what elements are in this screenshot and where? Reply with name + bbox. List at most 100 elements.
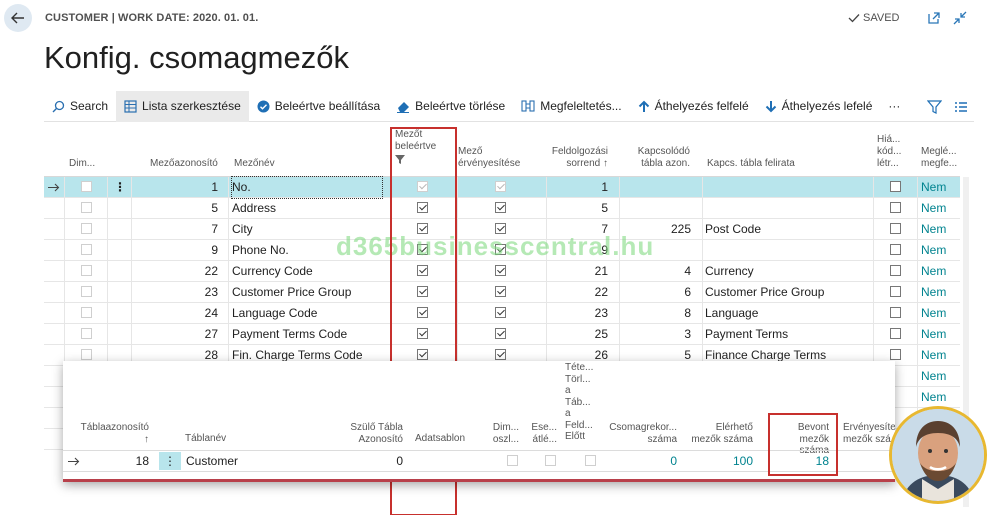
processing-order[interactable]: 5 xyxy=(554,198,608,219)
validate-field-checkbox[interactable] xyxy=(495,286,506,297)
field-id[interactable]: 9 xyxy=(144,240,218,261)
related-table-id[interactable]: 4 xyxy=(630,261,691,282)
list-view-icon[interactable] xyxy=(954,101,968,113)
validate-field-checkbox[interactable] xyxy=(495,181,506,192)
p-col-table-id[interactable]: Táblaazonosító ↑ xyxy=(73,422,149,445)
more-actions-button[interactable]: ··· xyxy=(880,91,908,122)
p-col-available-fields[interactable]: Elérhető mezők száma xyxy=(689,422,753,445)
field-id[interactable]: 23 xyxy=(144,282,218,303)
dim-checkbox[interactable] xyxy=(81,307,92,318)
table-row[interactable]: 5 Address 5 Nem xyxy=(44,198,960,219)
related-table-id[interactable]: 6 xyxy=(630,282,691,303)
create-missing-checkbox[interactable] xyxy=(890,181,901,192)
open-new-window-icon[interactable] xyxy=(926,10,942,26)
create-missing-checkbox[interactable] xyxy=(890,223,901,234)
p-col-validated-fields[interactable]: Érvényesíten... mezők szá... xyxy=(843,422,895,445)
p-col-delete-before[interactable]: Téte... Törl... a Táb... a Feld... Előtt xyxy=(565,362,595,443)
mapping-exists[interactable]: Nem xyxy=(921,177,946,198)
validate-field-checkbox[interactable] xyxy=(495,265,506,276)
field-id[interactable]: 24 xyxy=(144,303,218,324)
move-down-button[interactable]: Áthelyezés lefelé xyxy=(757,91,881,122)
mapping-exists[interactable]: Nem xyxy=(921,240,946,261)
mapping-exists[interactable]: Nem xyxy=(921,282,946,303)
mapping-exists[interactable]: Nem xyxy=(921,261,946,282)
dim-checkbox[interactable] xyxy=(81,223,92,234)
related-table-caption[interactable]: Language xyxy=(705,303,870,324)
related-table-caption[interactable] xyxy=(705,240,870,261)
p-parent-id[interactable]: 0 xyxy=(363,451,403,472)
processing-order[interactable]: 1 xyxy=(554,177,608,198)
edit-list-button[interactable]: Lista szerkesztése xyxy=(116,90,249,122)
processing-order[interactable]: 21 xyxy=(554,261,608,282)
col-create-missing[interactable]: Hiá... kód... létr... xyxy=(877,134,901,170)
p-col-dim-columns[interactable]: Dim... oszl... xyxy=(489,422,519,445)
mapping-exists[interactable]: Nem xyxy=(921,345,946,366)
processing-order[interactable]: 23 xyxy=(554,303,608,324)
validate-field-checkbox[interactable] xyxy=(495,202,506,213)
table-row[interactable]: 22 Currency Code 21 4 Currency Nem xyxy=(44,261,960,282)
col-mapping-exists[interactable]: Meglé... megfe... xyxy=(921,146,957,170)
col-related-table-caption[interactable]: Kapcs. tábla felirata xyxy=(707,158,795,170)
field-name[interactable]: No. xyxy=(231,176,383,199)
filter-icon[interactable] xyxy=(927,99,942,114)
related-table-caption[interactable]: Currency xyxy=(705,261,870,282)
mapping-exists[interactable]: Nem xyxy=(921,324,946,345)
dim-checkbox[interactable] xyxy=(81,265,92,276)
set-included-button[interactable]: Beleértve beállítása xyxy=(249,91,388,122)
p-available-fields[interactable]: 100 xyxy=(709,451,753,472)
mapping-exists[interactable]: Nem xyxy=(921,219,946,240)
create-missing-checkbox[interactable] xyxy=(890,349,901,360)
move-up-button[interactable]: Áthelyezés felfelé xyxy=(630,91,757,122)
col-validate-field[interactable]: Mező érvényesítése xyxy=(458,146,520,170)
col-dim[interactable]: Dim... xyxy=(69,158,95,170)
dim-checkbox[interactable] xyxy=(81,244,92,255)
dim-checkbox[interactable] xyxy=(81,349,92,360)
mapping-exists[interactable]: Nem xyxy=(921,366,946,387)
related-table-id[interactable] xyxy=(630,198,691,219)
mapping-exists[interactable]: Nem xyxy=(921,387,946,408)
p-table-id[interactable]: 18 xyxy=(103,451,149,472)
processing-order[interactable]: 25 xyxy=(554,324,608,345)
p-col-skip-events[interactable]: Ese... átlé... xyxy=(529,422,557,445)
table-row[interactable]: 23 Customer Price Group 22 6 Customer Price … xyxy=(44,282,960,303)
back-button[interactable] xyxy=(4,4,32,32)
collapse-icon[interactable] xyxy=(952,10,968,26)
p-col-template[interactable]: Adatsablon xyxy=(415,433,465,445)
row-menu-icon[interactable]: ⋮ xyxy=(114,177,126,198)
field-name[interactable]: Language Code xyxy=(232,303,382,324)
field-name[interactable]: Address xyxy=(232,198,382,219)
validate-field-checkbox[interactable] xyxy=(495,349,506,360)
related-table-id[interactable]: 8 xyxy=(630,303,691,324)
related-table-caption[interactable] xyxy=(705,198,870,219)
validate-field-checkbox[interactable] xyxy=(495,307,506,318)
clear-included-button[interactable]: Beleértve törlése xyxy=(388,91,513,122)
related-table-id[interactable]: 3 xyxy=(630,324,691,345)
field-id[interactable]: 1 xyxy=(144,177,218,198)
field-id[interactable]: 7 xyxy=(144,219,218,240)
create-missing-checkbox[interactable] xyxy=(890,244,901,255)
table-row[interactable]: ⋮ 1 No. 1 Nem xyxy=(44,176,960,199)
validate-field-checkbox[interactable] xyxy=(495,328,506,339)
table-row[interactable]: 27 Payment Terms Code 25 3 Payment Terms Nem xyxy=(44,324,960,345)
col-field-name[interactable]: Mezőnév xyxy=(234,158,275,170)
dim-checkbox[interactable] xyxy=(81,202,92,213)
p-col-table-name[interactable]: Táblanév xyxy=(185,433,226,445)
search-button[interactable]: Search xyxy=(44,91,116,122)
field-id[interactable]: 22 xyxy=(144,261,218,282)
col-field-id[interactable]: Mezőazonosító xyxy=(150,158,218,170)
p-dim-columns-checkbox[interactable] xyxy=(507,455,518,466)
table-row[interactable]: 24 Language Code 23 8 Language Nem xyxy=(44,303,960,324)
related-table-caption[interactable]: Post Code xyxy=(705,219,870,240)
mapping-exists[interactable]: Nem xyxy=(921,303,946,324)
p-col-package-records[interactable]: Csomagrekor... száma xyxy=(609,422,677,445)
create-missing-checkbox[interactable] xyxy=(890,307,901,318)
row-menu-icon[interactable]: ⋮ xyxy=(159,452,181,470)
dim-checkbox[interactable] xyxy=(81,181,92,192)
p-table-name[interactable]: Customer xyxy=(186,451,238,472)
create-missing-checkbox[interactable] xyxy=(890,265,901,276)
p-package-records[interactable]: 0 xyxy=(633,451,677,472)
dim-checkbox[interactable] xyxy=(81,286,92,297)
related-table-caption[interactable] xyxy=(705,177,870,198)
create-missing-checkbox[interactable] xyxy=(890,286,901,297)
related-table-caption[interactable]: Customer Price Group xyxy=(705,282,870,303)
